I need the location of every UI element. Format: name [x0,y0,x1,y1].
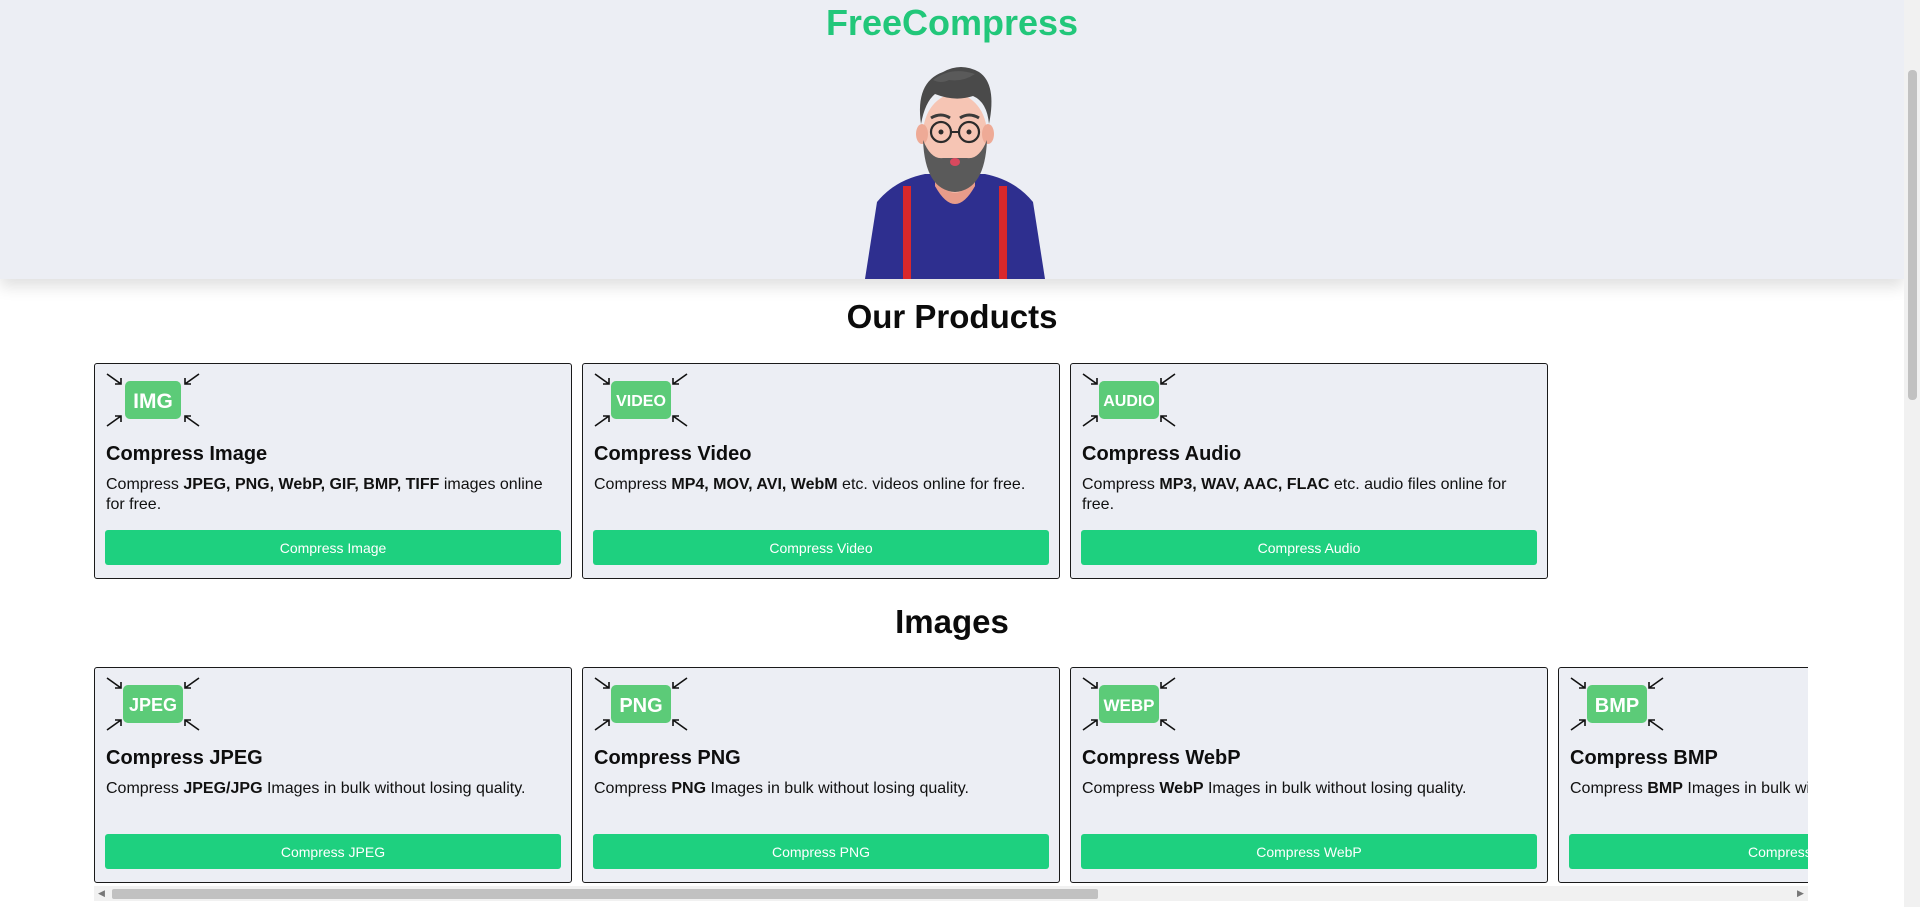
card-description: Compress BMP Images in bulk without losi… [1570,780,1808,797]
compress-jpeg-icon: JPEG [106,677,200,731]
card-description: Compress JPEG/JPG Images in bulk without… [106,780,526,797]
icon-label: PNG [619,695,662,717]
image-card-jpeg: JPEG Compress JPEG Compress JPEG/JPG Ima… [94,667,572,883]
hero-section: FreeCompress [0,0,1904,279]
compress-webp-icon: WEBP [1082,677,1176,731]
products-row: IMG Compress Image Compress JPEG, PNG, W… [94,363,1554,583]
image-card-png: PNG Compress PNG Compress PNG Images in … [582,667,1060,883]
card-title: Compress Audio [1082,443,1242,465]
product-card-audio: AUDIO Compress Audio Compress MP3, WAV, … [1070,363,1548,579]
scrollbar-thumb[interactable] [112,889,1098,899]
icon-label: IMG [133,390,173,413]
card-description: Compress WebP Images in bulk without los… [1082,780,1467,797]
compress-bmp-button[interactable]: Compress BMP [1569,834,1808,869]
product-card-video: VIDEO Compress Video Compress MP4, MOV, … [582,363,1060,579]
avatar-illustration [865,67,1045,279]
image-card-webp: WEBP Compress WebP Compress WebP Images … [1070,667,1548,883]
compress-video-icon: VIDEO [594,373,688,427]
card-title: Compress Video [594,443,752,465]
compress-png-button[interactable]: Compress PNG [593,834,1049,869]
images-row[interactable]: JPEG Compress JPEG Compress JPEG/JPG Ima… [94,667,1808,887]
icon-label: WEBP [1104,696,1155,715]
card-title: Compress PNG [594,747,741,769]
images-heading: Images [895,603,1009,640]
card-description: Compress PNG Images in bulk without losi… [594,780,969,797]
scroll-left-arrow-icon[interactable]: ◀ [94,886,109,901]
compress-video-button[interactable]: Compress Video [593,530,1049,565]
scroll-right-arrow-icon[interactable]: ▶ [1793,886,1808,901]
compress-bmp-icon: BMP [1570,677,1664,731]
brand-name: FreeCompress [825,2,1079,43]
page: FreeCompress Our Products IMG Compress I… [0,0,1904,907]
icon-label: JPEG [129,695,177,715]
icon-label: BMP [1595,695,1639,717]
images-row-scrollbar[interactable]: ◀ ▶ [94,886,1808,901]
compress-png-icon: PNG [594,677,688,731]
card-description: Compress MP4, MOV, AVI, WebM etc. videos… [594,476,1026,493]
icon-label: VIDEO [616,393,666,410]
card-title: Compress Image [106,443,268,465]
products-heading: Our Products [846,298,1058,335]
page-scrollbar-thumb[interactable] [1908,70,1917,400]
icon-label: AUDIO [1103,393,1155,410]
compress-audio-button[interactable]: Compress Audio [1081,530,1537,565]
page-scrollbar[interactable] [1904,0,1920,907]
card-description: Compress MP3, WAV, AAC, FLAC etc. audio … [1082,476,1507,513]
product-card-image: IMG Compress Image Compress JPEG, PNG, W… [94,363,572,579]
compress-audio-icon: AUDIO [1082,373,1176,427]
compress-image-button[interactable]: Compress Image [105,530,561,565]
image-card-bmp: BMP Compress BMP Compress BMP Images in … [1558,667,1808,883]
compress-jpeg-button[interactable]: Compress JPEG [105,834,561,869]
card-description: Compress JPEG, PNG, WebP, GIF, BMP, TIFF… [106,476,543,513]
card-title: Compress BMP [1570,747,1718,769]
compress-image-icon: IMG [106,373,200,427]
compress-webp-button[interactable]: Compress WebP [1081,834,1537,869]
card-title: Compress JPEG [106,747,263,769]
card-title: Compress WebP [1082,747,1241,769]
